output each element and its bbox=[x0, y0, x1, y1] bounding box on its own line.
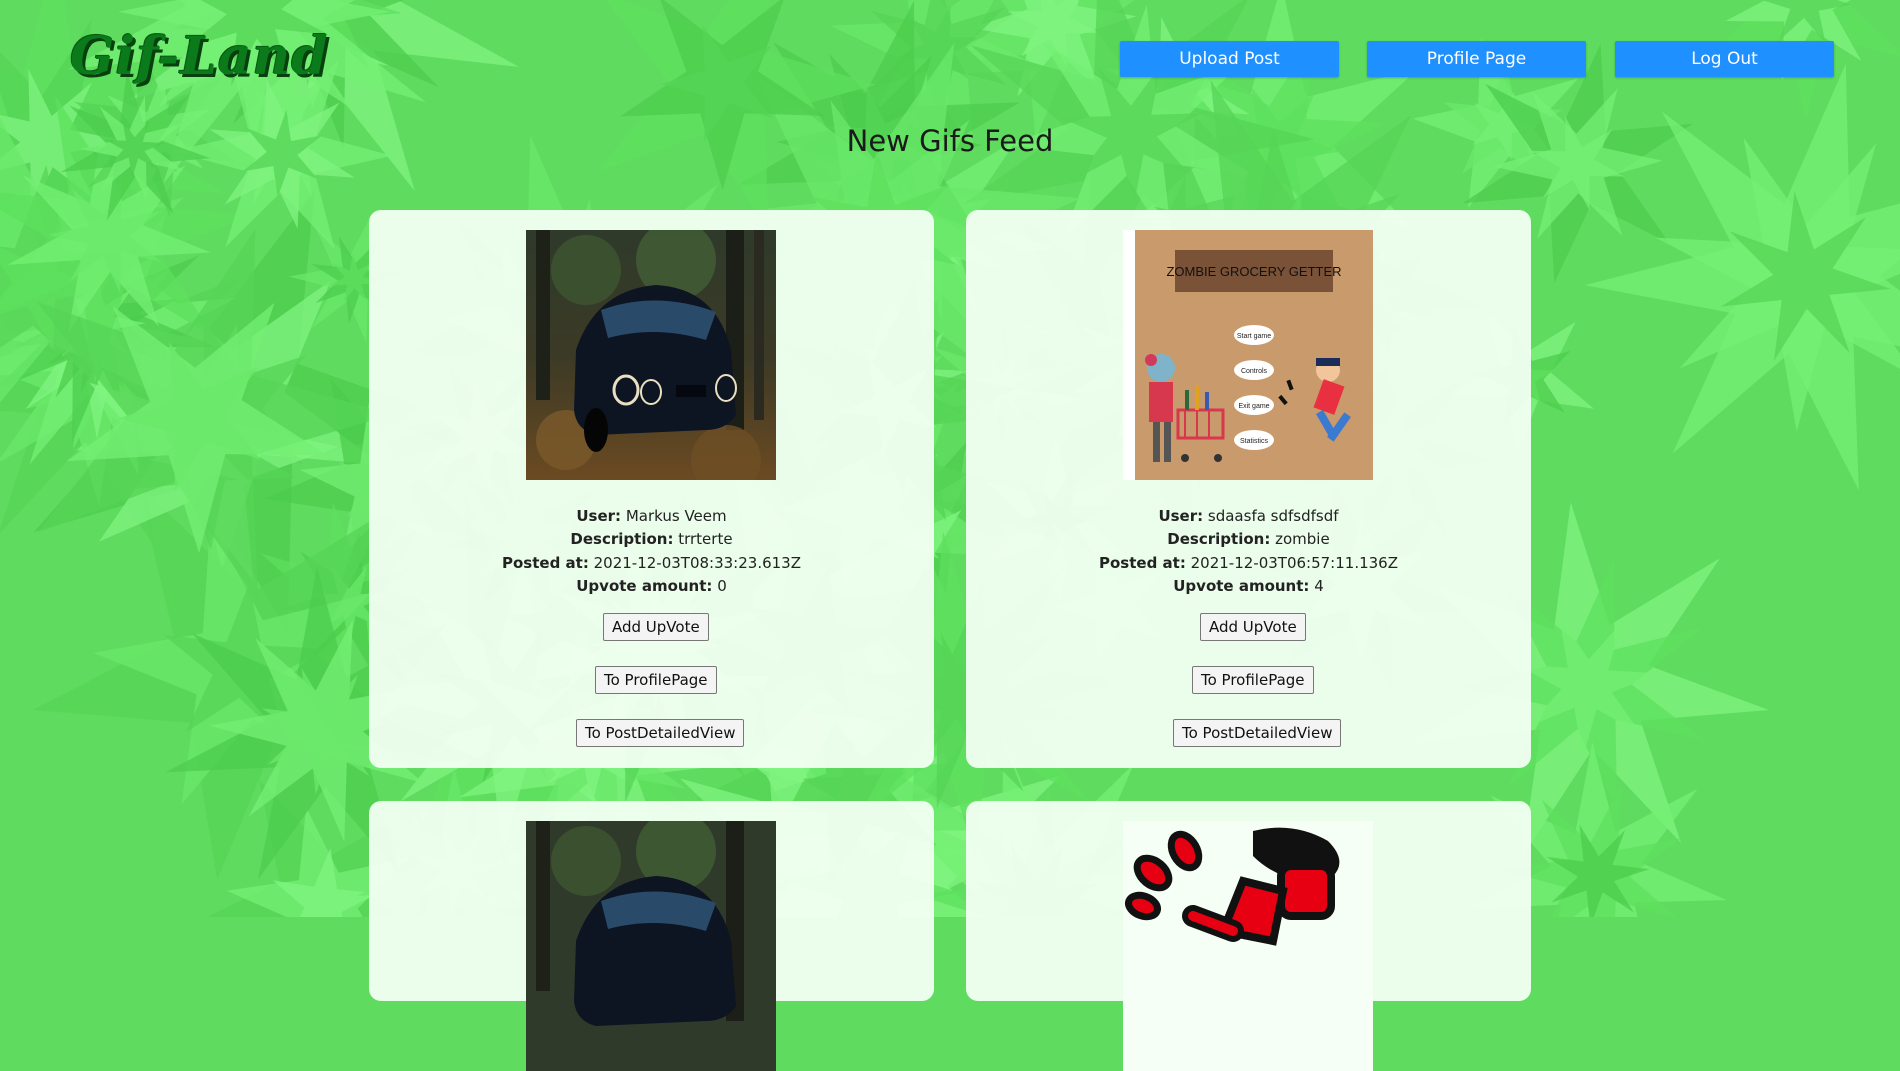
post-upvotes: 0 bbox=[717, 577, 727, 595]
description-label: Description: bbox=[570, 530, 674, 548]
upvote-amount-label: Upvote amount: bbox=[1173, 577, 1310, 595]
post-image-zombie-game: ZOMBIE GROCERY GETTER Start game Control… bbox=[1123, 230, 1373, 480]
description-label: Description: bbox=[1167, 530, 1271, 548]
add-upvote-button[interactable]: Add UpVote bbox=[603, 613, 709, 641]
game-title-text: ZOMBIE GROCERY GETTER bbox=[1166, 264, 1341, 279]
post-timestamp: 2021-12-03T06:57:11.136Z bbox=[1190, 554, 1398, 572]
upload-post-button[interactable]: Upload Post bbox=[1120, 41, 1339, 77]
to-profile-page-button[interactable]: To ProfilePage bbox=[595, 666, 717, 694]
add-upvote-button[interactable]: Add UpVote bbox=[1200, 613, 1306, 641]
user-label: User: bbox=[1158, 507, 1204, 525]
post-card bbox=[369, 801, 934, 1071]
game-menu-start: Start game bbox=[1237, 333, 1271, 340]
posted-at-label: Posted at: bbox=[1099, 554, 1186, 572]
post-card: ZOMBIE GROCERY GETTER Start game Control… bbox=[966, 210, 1531, 768]
post-user: sdaasfa sdfsdfsdf bbox=[1207, 507, 1339, 525]
page-title: New Gifs Feed bbox=[846, 124, 1054, 158]
post-description: trrterte bbox=[678, 530, 733, 548]
post-user: Markus Veem bbox=[625, 507, 727, 525]
post-timestamp: 2021-12-03T08:33:23.613Z bbox=[593, 554, 801, 572]
site-logo[interactable]: Gif-Land bbox=[70, 26, 329, 87]
to-post-detailed-view-button[interactable]: To PostDetailedView bbox=[576, 719, 745, 747]
post-image-car bbox=[526, 821, 776, 1071]
posted-at-label: Posted at: bbox=[502, 554, 589, 572]
post-upvotes: 4 bbox=[1314, 577, 1324, 595]
post-card: User: Markus Veem Description: trrterte … bbox=[369, 210, 934, 768]
post-description: zombie bbox=[1275, 530, 1330, 548]
game-menu-exit: Exit game bbox=[1238, 403, 1269, 410]
upvote-amount-label: Upvote amount: bbox=[576, 577, 713, 595]
to-profile-page-button[interactable]: To ProfilePage bbox=[1192, 666, 1314, 694]
game-menu-statistics: Statistics bbox=[1240, 438, 1269, 445]
profile-page-button[interactable]: Profile Page bbox=[1367, 41, 1586, 77]
to-post-detailed-view-button[interactable]: To PostDetailedView bbox=[1173, 719, 1342, 747]
game-menu-controls: Controls bbox=[1241, 368, 1268, 375]
post-card bbox=[966, 801, 1531, 1071]
post-image-car bbox=[526, 230, 776, 480]
running-man-icon bbox=[1123, 821, 1373, 1071]
user-label: User: bbox=[576, 507, 622, 525]
log-out-button[interactable]: Log Out bbox=[1615, 41, 1834, 77]
